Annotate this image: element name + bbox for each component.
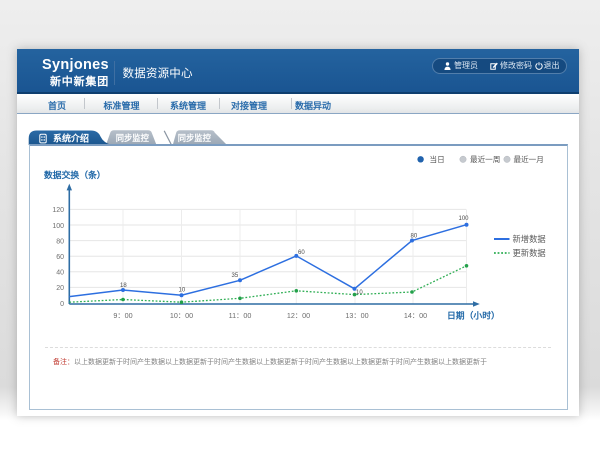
svg-text:10: 10 [356, 290, 363, 296]
svg-text:最近一月: 最近一月 [514, 154, 544, 164]
svg-text:最近一周: 最近一周 [470, 154, 500, 164]
svg-text:9：00: 9：00 [113, 311, 132, 320]
svg-text:12：00: 12：00 [287, 311, 310, 320]
svg-text:100: 100 [459, 216, 470, 222]
svg-text:11：00: 11：00 [229, 311, 252, 320]
svg-text:10: 10 [179, 288, 186, 294]
svg-text:13：00: 13：00 [345, 311, 368, 320]
svg-text:60: 60 [298, 250, 305, 256]
svg-text:35: 35 [232, 273, 239, 279]
svg-text:更新数据: 更新数据 [513, 248, 546, 258]
svg-text:120: 120 [52, 207, 64, 214]
svg-text:0: 0 [60, 301, 64, 308]
svg-text:数据交换（条）: 数据交换（条） [43, 169, 106, 180]
svg-text:14：00: 14：00 [404, 311, 427, 320]
svg-text:60: 60 [56, 254, 64, 261]
svg-text:日期（小时）: 日期（小时） [447, 309, 500, 320]
svg-text:80: 80 [411, 233, 418, 239]
svg-text:100: 100 [52, 223, 64, 230]
svg-text:40: 40 [56, 270, 64, 277]
svg-text:10：00: 10：00 [170, 311, 193, 320]
svg-text:80: 80 [56, 238, 64, 245]
svg-text:当日: 当日 [430, 154, 445, 164]
svg-text:新增数据: 新增数据 [513, 234, 546, 244]
svg-text:20: 20 [56, 285, 64, 292]
svg-text:18: 18 [120, 283, 127, 289]
